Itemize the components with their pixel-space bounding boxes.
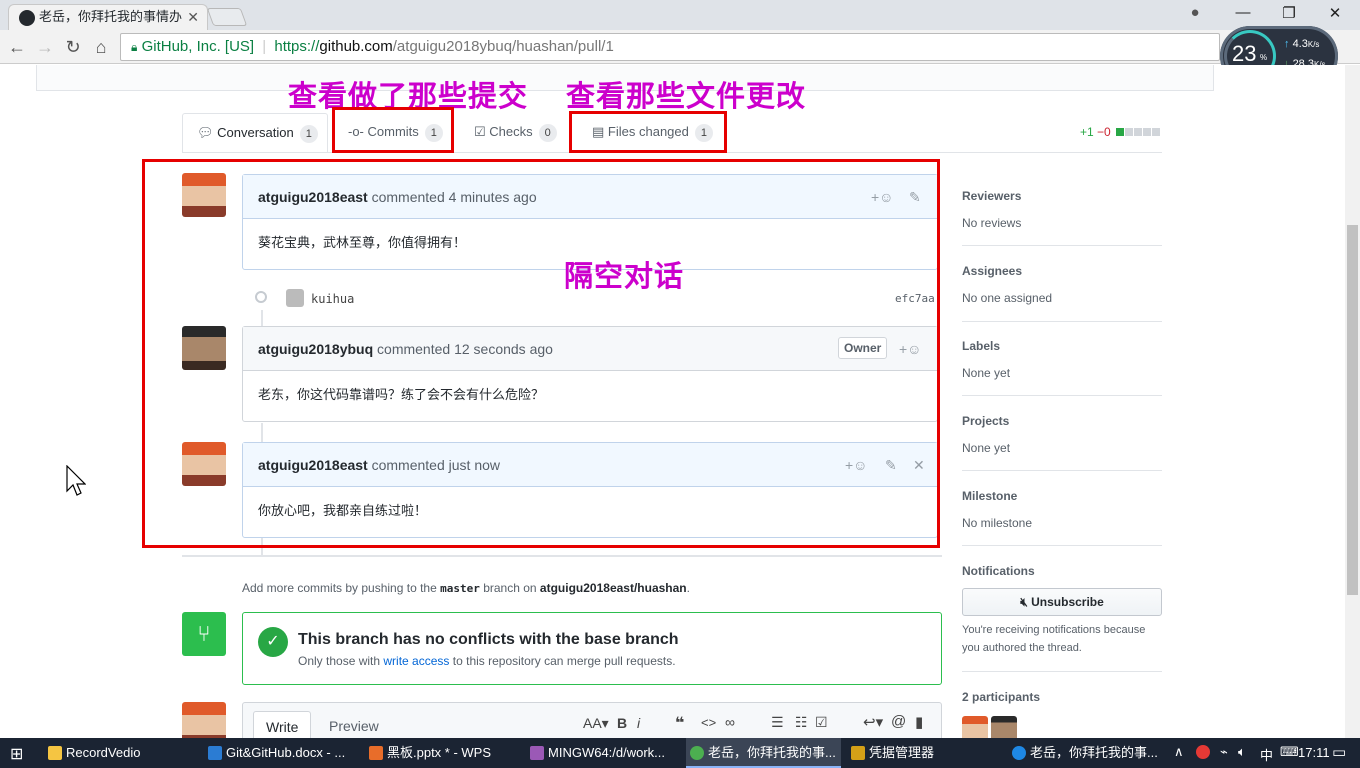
sidebar-milestone-value: No milestone [962, 516, 1033, 530]
link-tool-icon[interactable]: ∞ [725, 714, 735, 730]
sidebar-reviewers-value: No reviews [962, 216, 1022, 230]
windows-taskbar: ⊞ RecordVedio Git&GitHub.docx - ... 黑板.p… [0, 738, 1360, 768]
sidebar-notifications-label: Notifications [962, 564, 1035, 578]
taskbar-credential-manager[interactable]: 凭据管理器 [847, 738, 1002, 768]
tab-checks[interactable]: ☑︎ Checks 0 [474, 113, 557, 151]
url-host: github.com [319, 38, 393, 55]
address-bar[interactable]: 🔒︎ GitHub, Inc. [US] | https://github.co… [120, 33, 1220, 61]
tab-close-icon[interactable]: ✕ [187, 5, 199, 29]
highlight-files [569, 111, 727, 153]
quote-tool-icon[interactable]: ❝ [675, 713, 684, 733]
url-path: /atguigu2018ybuq/huashan/pull/1 [392, 38, 614, 55]
url-prefix: https:// [274, 38, 320, 55]
merge-icon: ⑂ [182, 612, 226, 656]
minimize-icon[interactable]: — [1228, 4, 1258, 24]
taskbar-edge[interactable]: 老岳，你拜托我的事... [1008, 738, 1163, 768]
heading-tool-icon[interactable]: AA▾ [583, 715, 609, 732]
github-favicon-icon [19, 10, 35, 26]
network-icon[interactable]: ⌁ [1220, 744, 1228, 760]
taskbar-mingw[interactable]: MINGW64:/d/work... [526, 738, 681, 768]
lock-icon: 🔒︎ [131, 40, 138, 54]
bold-tool-icon[interactable]: B [617, 715, 627, 731]
taskbar-word[interactable]: Git&GitHub.docx - ... [204, 738, 359, 768]
sidebar-milestone-label[interactable]: Milestone [962, 489, 1017, 503]
comment-editor: Write Preview AA▾ B i ❝ <> ∞ ☰ ☷ ☑ ↩▾ @ … [242, 702, 942, 738]
sidebar-assignees-value: No one assigned [962, 291, 1053, 305]
notifications-note-2: you authored the thread. [962, 642, 1082, 654]
browser-tab-active[interactable]: 老岳，你拜托我的事情办 ✕ [8, 4, 208, 30]
home-icon[interactable]: ⌂ [90, 36, 112, 58]
unsubscribe-button[interactable]: 🔇︎ Unsubscribe [962, 588, 1162, 616]
tab-conversation[interactable]: 💬︎ Conversation 1 [182, 113, 328, 153]
reply-icon[interactable]: ↩▾ [863, 713, 883, 731]
tab-title: 老岳，你拜托我的事情办 [39, 9, 183, 24]
write-access-link[interactable]: write access [383, 654, 449, 668]
conversation-icon: 💬︎ [197, 125, 214, 140]
browser-tab-strip: 老岳，你拜托我的事情办 ✕ ● — ❐ ✕ [0, 0, 1360, 30]
sidebar-reviewers-label[interactable]: Reviewers [962, 189, 1021, 203]
tray-app-icon[interactable] [1196, 745, 1210, 759]
editor-tab-preview[interactable]: Preview [329, 711, 379, 738]
code-tool-icon[interactable]: <> [701, 715, 716, 730]
sidebar-projects-label[interactable]: Projects [962, 414, 1009, 428]
action-center-icon[interactable]: ▭ [1332, 743, 1346, 761]
github-page: 查看做了那些提交 查看那些文件更改 💬︎ Conversation 1 -o- C… [0, 65, 1345, 738]
close-window-icon[interactable]: ✕ [1320, 4, 1350, 24]
page-scrollbar[interactable] [1345, 65, 1360, 738]
tray-chevron-icon[interactable]: ∧ [1174, 744, 1184, 760]
highlight-conversation [142, 159, 940, 548]
editor-tab-write[interactable]: Write [253, 711, 312, 738]
back-icon[interactable]: ← [6, 36, 28, 58]
reload-icon[interactable]: ↻ [62, 36, 84, 58]
mention-icon[interactable]: @ [891, 713, 906, 730]
notifications-note-1: You're receiving notifications because [962, 624, 1146, 636]
avatar-current-user[interactable] [182, 702, 226, 738]
keyboard-icon[interactable]: ⌨︎ [1280, 744, 1299, 760]
sidebar-participants-label: 2 participants [962, 690, 1041, 704]
clock[interactable]: 17:11 [1298, 745, 1330, 760]
highlight-commits [332, 107, 454, 153]
participant-avatar-1[interactable] [962, 716, 988, 738]
italic-tool-icon[interactable]: i [637, 715, 640, 731]
diffstat[interactable]: +1 −0 [1080, 113, 1161, 151]
merge-subtitle: Only those with write access to this rep… [298, 654, 676, 668]
bullet-list-icon[interactable]: ☰ [771, 714, 784, 731]
windows-start-icon[interactable]: ⊞ [10, 744, 23, 764]
push-hint: Add more commits by pushing to the maste… [242, 581, 690, 595]
cpu-percent: 23 [1232, 41, 1257, 66]
merge-title: This branch has no conflicts with the ba… [298, 631, 679, 648]
taskbar-chrome[interactable]: 老岳，你拜托我的事... [686, 738, 841, 768]
sidebar-labels-value: None yet [962, 366, 1011, 380]
annotation-files: 查看那些文件更改 [566, 79, 807, 113]
profile-icon[interactable]: ● [1180, 4, 1210, 24]
forward-icon[interactable]: → [34, 36, 56, 58]
sidebar-assignees-label[interactable]: Assignees [962, 264, 1022, 278]
sidebar-labels-label[interactable]: Labels [962, 339, 1000, 353]
mouse-cursor-icon [66, 465, 86, 496]
task-list-icon[interactable]: ☑ [815, 714, 828, 731]
maximize-icon[interactable]: ❐ [1274, 4, 1304, 24]
upload-speed: ↑ 4.3K/s [1284, 38, 1320, 50]
numbered-list-icon[interactable]: ☷ [795, 714, 808, 731]
taskbar-recordvedio[interactable]: RecordVedio [44, 738, 199, 768]
bookmark-icon[interactable]: ▮ [915, 713, 923, 731]
participant-avatar-2[interactable] [991, 716, 1017, 738]
taskbar-wps[interactable]: 黑板.pptx * - WPS [365, 738, 520, 768]
site-identity: GitHub, Inc. [US] [141, 38, 255, 55]
sidebar-projects-value: None yet [962, 441, 1011, 455]
browser-toolbar: ← → ↻ ⌂ 🔒︎ GitHub, Inc. [US] | https://g… [0, 30, 1360, 64]
mute-icon: 🔇︎ [1020, 595, 1028, 609]
volume-icon[interactable]: 🔈︎ [1238, 744, 1246, 760]
checklist-icon: ☑︎ [474, 124, 486, 139]
new-tab-button[interactable] [206, 8, 248, 26]
merge-status-box: ✓ This branch has no conflicts with the … [242, 612, 942, 685]
check-circle-icon: ✓ [258, 627, 288, 657]
ime-indicator[interactable]: 中 [1260, 745, 1273, 764]
